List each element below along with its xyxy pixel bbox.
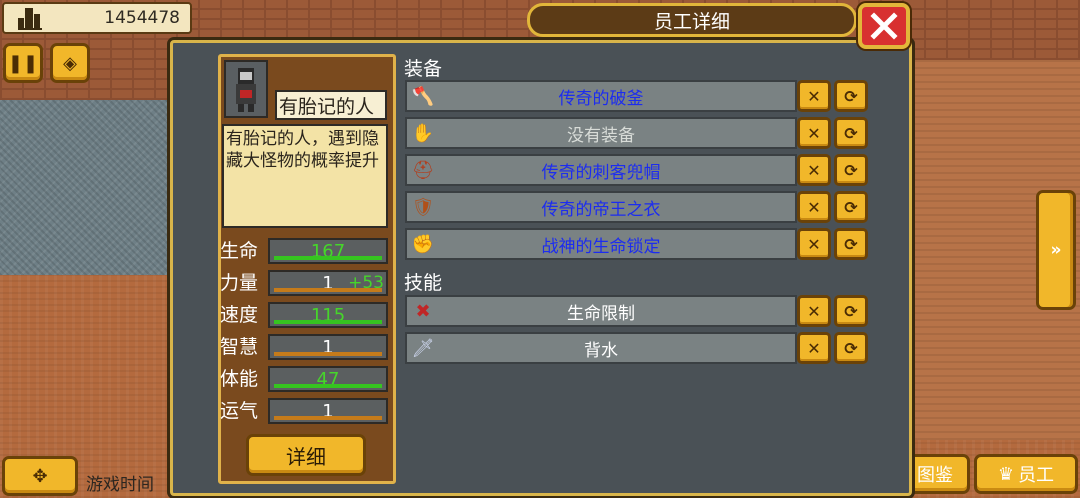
equipment-name: 传奇的破釜 bbox=[558, 88, 644, 109]
skill-name: 背水 bbox=[584, 340, 618, 361]
pause-button[interactable]: ❚❚ bbox=[3, 43, 43, 83]
axe-icon: 🪓 bbox=[411, 85, 435, 107]
skill-name: 生命限制 bbox=[567, 303, 635, 324]
close-icon bbox=[870, 12, 898, 40]
stat-level-fill bbox=[274, 320, 382, 324]
equipment-swap-button[interactable]: ⟳ bbox=[834, 191, 868, 223]
swap-icon: ⟳ bbox=[844, 234, 858, 254]
equipment-name: 传奇的刺客兜帽 bbox=[541, 162, 661, 183]
swap-icon: ⟳ bbox=[844, 301, 858, 321]
skill-swap-button[interactable]: ⟳ bbox=[834, 332, 868, 364]
equipment-row[interactable]: ✋ 没有装备 bbox=[405, 117, 797, 149]
money-counter: 1454478 bbox=[2, 2, 192, 34]
pause-icon: ❚❚ bbox=[7, 52, 39, 74]
equipment-remove-button[interactable]: ✕ bbox=[797, 228, 831, 260]
stat-level-fill bbox=[274, 352, 382, 356]
skills-title: 技能 bbox=[404, 272, 443, 294]
stat-bar: 1 bbox=[268, 398, 388, 424]
remove-icon: ✕ bbox=[807, 123, 821, 143]
skill-remove-button[interactable]: ✕ bbox=[797, 295, 831, 327]
equipment-swap-button[interactable]: ⟳ bbox=[834, 154, 868, 186]
close-button[interactable] bbox=[858, 3, 910, 49]
equipment-remove-button[interactable]: ✕ bbox=[797, 191, 831, 223]
double-right-arrow-icon: » bbox=[1050, 240, 1062, 260]
character-name: 有胎记的人 bbox=[275, 90, 387, 120]
stat-bar: 1 bbox=[268, 334, 388, 360]
remove-icon: ✕ bbox=[807, 86, 821, 106]
character-description: 有胎记的人，遇到隐藏大怪物的概率提升 bbox=[222, 124, 388, 228]
skill-remove-button[interactable]: ✕ bbox=[797, 332, 831, 364]
stat-bar: 115 bbox=[268, 302, 388, 328]
move-button[interactable]: ✥ bbox=[2, 456, 78, 496]
swap-icon: ⟳ bbox=[844, 123, 858, 143]
background-stone-floor bbox=[0, 100, 175, 275]
equipment-title: 装备 bbox=[404, 58, 443, 80]
character-avatar bbox=[224, 60, 268, 118]
equipment-swap-button[interactable]: ⟳ bbox=[834, 117, 868, 149]
items-icon: ◈ bbox=[63, 52, 77, 74]
equipment-row[interactable]: ⛑ 传奇的刺客兜帽 bbox=[405, 154, 797, 186]
remove-icon: ✕ bbox=[807, 234, 821, 254]
skill-row[interactable]: ✖ 生命限制 bbox=[405, 295, 797, 327]
equipment-swap-button[interactable]: ⟳ bbox=[834, 80, 868, 112]
stat-level-fill bbox=[274, 256, 382, 260]
staff-label: 员工 bbox=[1018, 465, 1055, 486]
remove-icon: ✕ bbox=[807, 197, 821, 217]
remove-icon: ✕ bbox=[807, 160, 821, 180]
stat-label: 力量 bbox=[220, 272, 259, 294]
equipment-remove-button[interactable]: ✕ bbox=[797, 80, 831, 112]
equipment-name: 战神的生命锁定 bbox=[541, 236, 661, 257]
staff-button[interactable]: ♛ 员工 bbox=[974, 454, 1078, 494]
equipment-swap-button[interactable]: ⟳ bbox=[834, 228, 868, 260]
stat-bar: 1 +53 bbox=[268, 270, 388, 296]
crown-icon: ♛ bbox=[997, 463, 1015, 485]
equipment-row[interactable]: 🪓 传奇的破釜 bbox=[405, 80, 797, 112]
swap-icon: ⟳ bbox=[844, 160, 858, 180]
equipment-name: 传奇的帝王之衣 bbox=[541, 199, 661, 220]
stat-level-fill bbox=[274, 384, 382, 388]
equipment-remove-button[interactable]: ✕ bbox=[797, 154, 831, 186]
game-time-label: 游戏时间 bbox=[86, 475, 154, 495]
swap-icon: ⟳ bbox=[844, 338, 858, 358]
stat-label: 生命 bbox=[220, 240, 259, 262]
city-icon bbox=[18, 6, 44, 30]
equipment-remove-button[interactable]: ✕ bbox=[797, 117, 831, 149]
stat-bar: 167 bbox=[268, 238, 388, 264]
hp-limit-icon: ✖ bbox=[415, 300, 431, 322]
next-staff-button[interactable]: » bbox=[1036, 190, 1076, 310]
stat-label: 速度 bbox=[220, 304, 259, 326]
stat-level-fill bbox=[274, 288, 382, 292]
hooded-character-icon bbox=[236, 68, 256, 112]
swap-icon: ⟳ bbox=[844, 197, 858, 217]
skill-row[interactable]: 🗡 背水 bbox=[405, 332, 797, 364]
stat-label: 运气 bbox=[220, 400, 259, 422]
items-button[interactable]: ◈ bbox=[50, 43, 90, 83]
equipment-row[interactable]: ✊ 战神的生命锁定 bbox=[405, 228, 797, 260]
codex-label: 图鉴 bbox=[917, 465, 953, 486]
stat-label: 智慧 bbox=[220, 336, 259, 358]
dialog-title: 员工详细 bbox=[653, 10, 730, 33]
remove-icon: ✕ bbox=[807, 301, 821, 321]
stat-bar: 47 bbox=[268, 366, 388, 392]
detail-button-label: 详细 bbox=[286, 444, 326, 469]
equipment-name: 没有装备 bbox=[567, 125, 635, 146]
gauntlet-icon: ✊ bbox=[411, 233, 435, 255]
detail-button[interactable]: 详细 bbox=[246, 434, 366, 476]
equipment-row[interactable]: 🛡 传奇的帝王之衣 bbox=[405, 191, 797, 223]
glove-icon: ✋ bbox=[411, 122, 435, 144]
move-icon: ✥ bbox=[32, 465, 48, 487]
skill-swap-button[interactable]: ⟳ bbox=[834, 295, 868, 327]
stat-level-fill bbox=[274, 416, 382, 420]
sword-icon: 🗡 bbox=[411, 337, 435, 359]
remove-icon: ✕ bbox=[807, 338, 821, 358]
armor-icon: 🛡 bbox=[411, 196, 435, 218]
hood-icon: ⛑ bbox=[411, 159, 435, 181]
money-value: 1454478 bbox=[104, 8, 180, 28]
dialog-title-bar: 员工详细 bbox=[527, 3, 857, 37]
swap-icon: ⟳ bbox=[844, 86, 858, 106]
stat-label: 体能 bbox=[220, 368, 259, 390]
